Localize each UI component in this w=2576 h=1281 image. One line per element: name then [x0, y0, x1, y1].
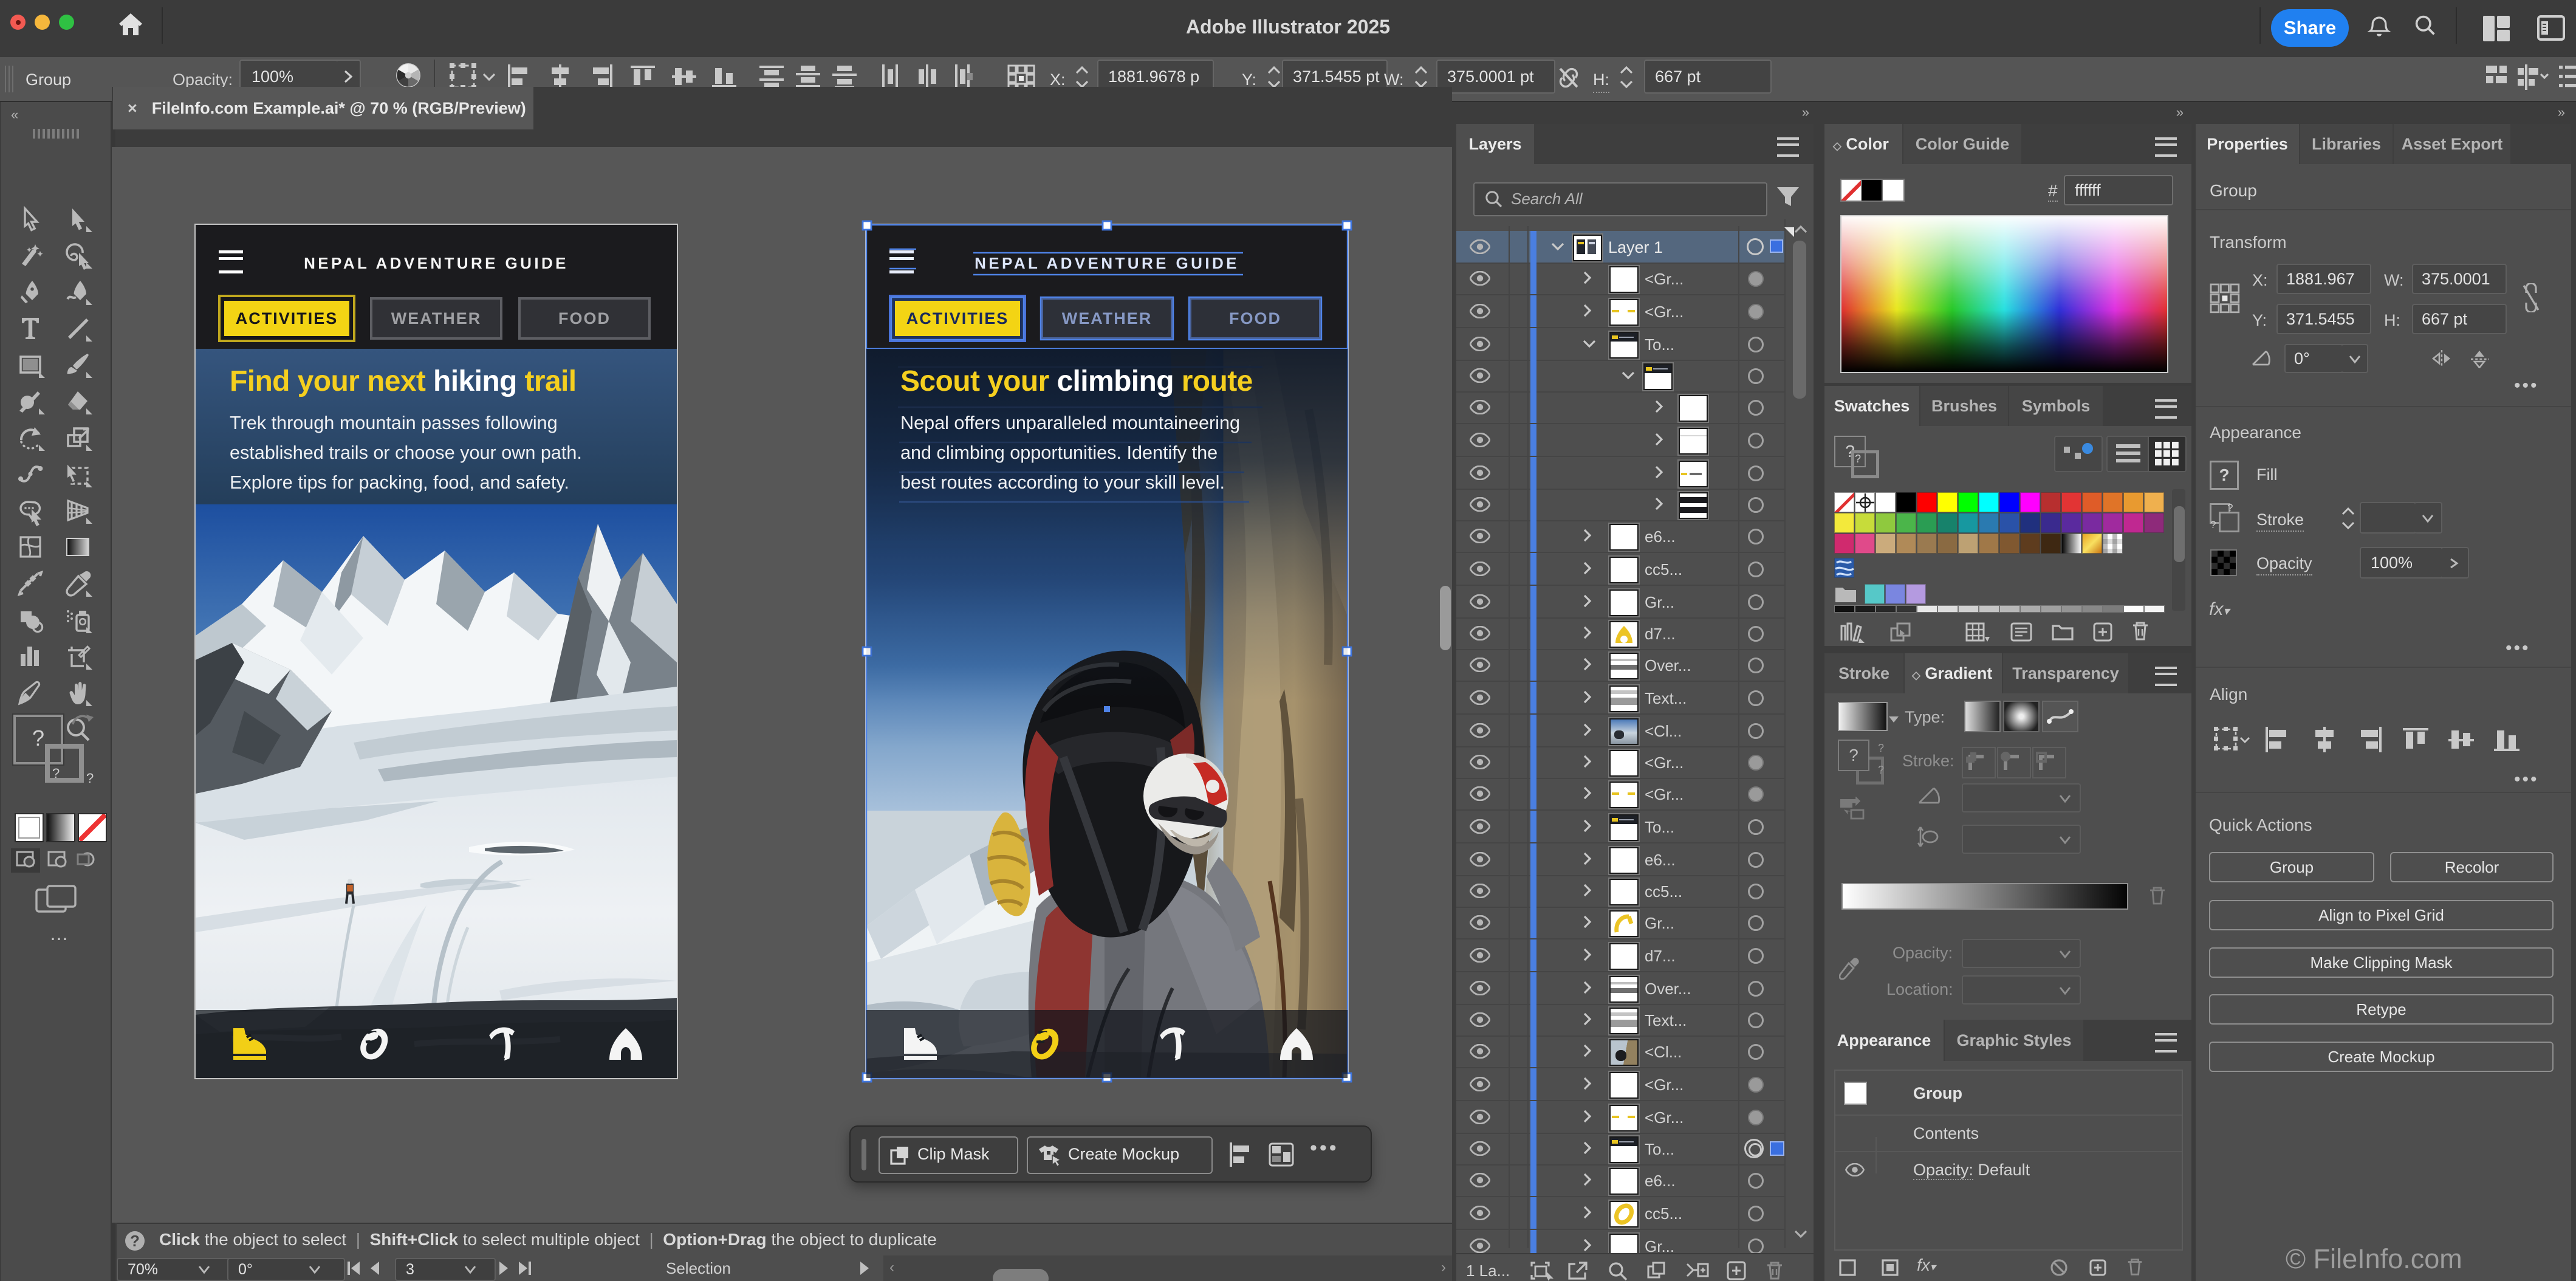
svg-text:?: ?: [130, 1232, 140, 1250]
